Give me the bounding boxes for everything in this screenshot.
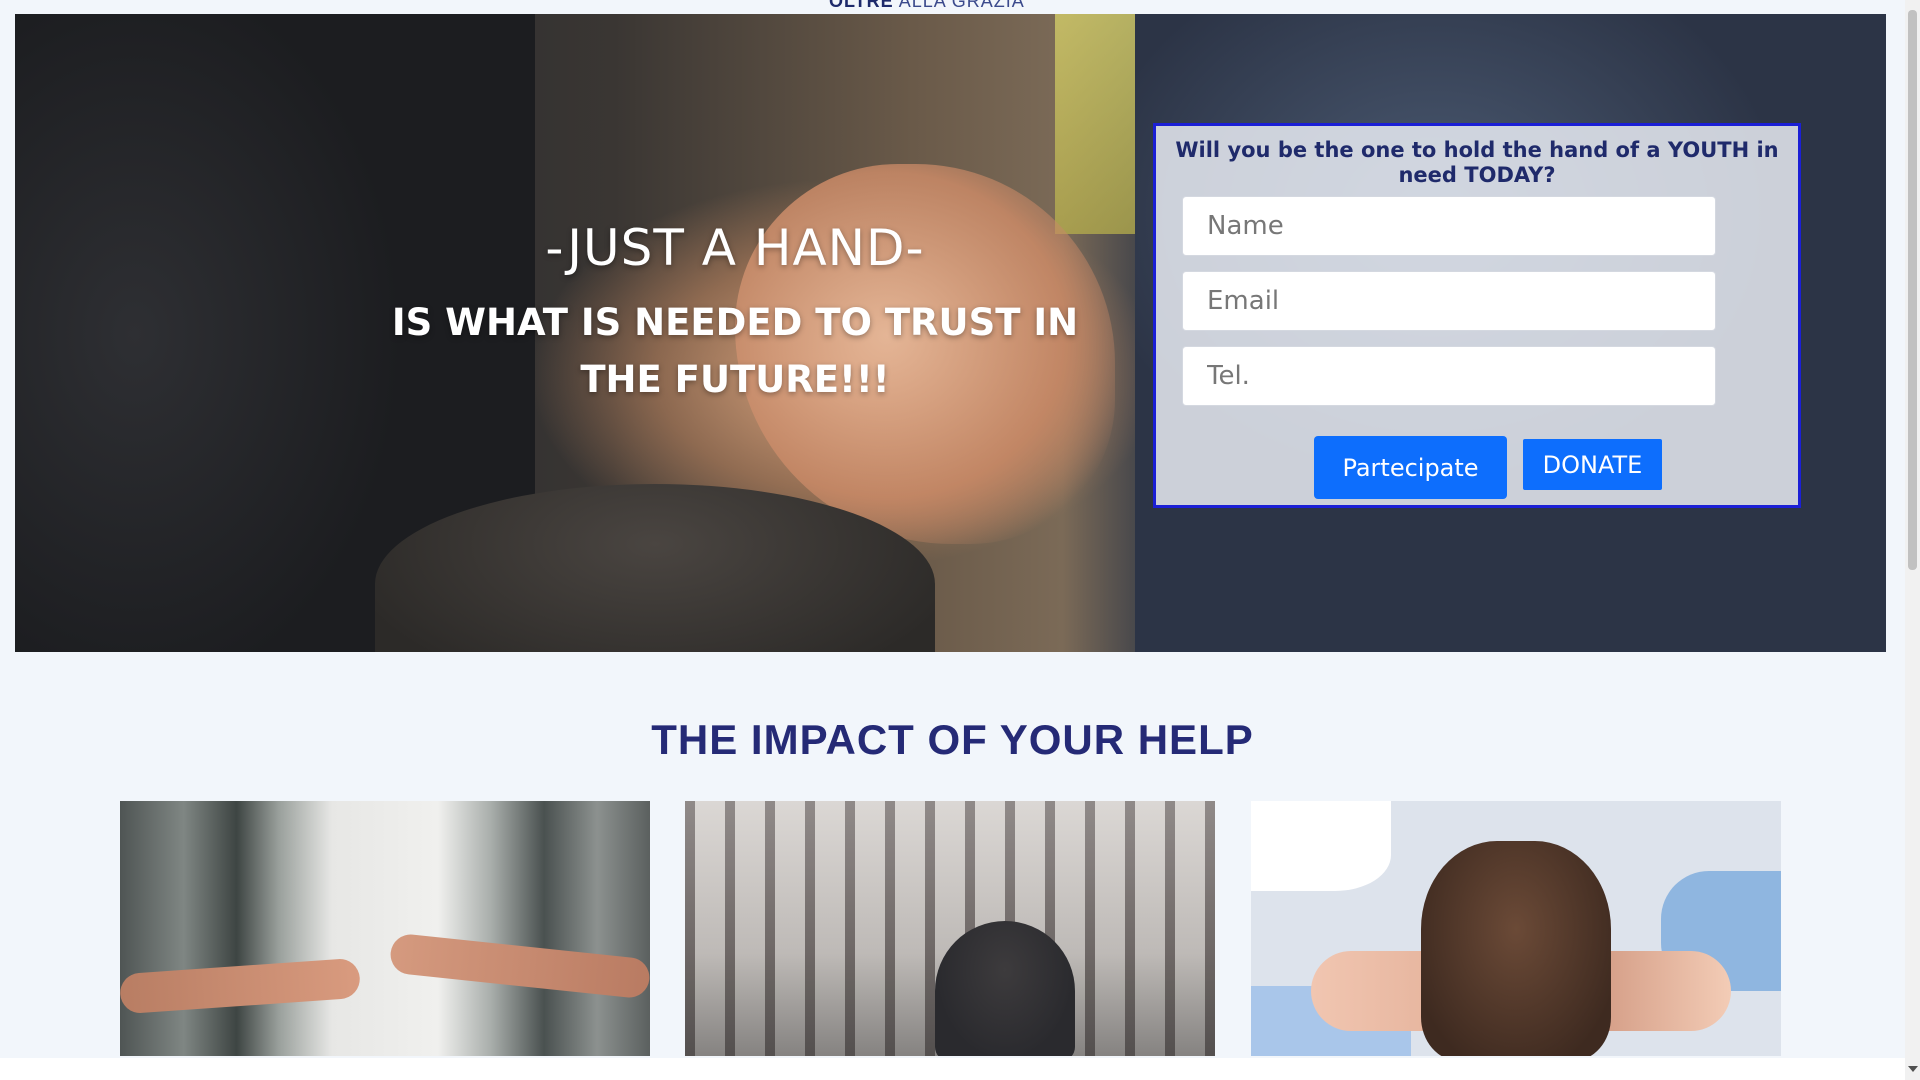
sitting-person: [935, 921, 1075, 1056]
logo-light-text: ALLA GRAZIA: [898, 0, 1025, 11]
impact-section-title: THE IMPACT OF YOUR HELP: [651, 716, 1254, 763]
reaching-arm-right: [388, 932, 650, 1000]
scroll-down-arrow-icon[interactable]: [1908, 1066, 1918, 1072]
vertical-scrollbar[interactable]: [1905, 0, 1920, 1080]
participation-form: Will you be the one to hold the hand of …: [1153, 123, 1801, 508]
impact-card-stacked-hands[interactable]: [1251, 801, 1781, 1056]
email-input[interactable]: [1182, 271, 1716, 331]
stacked-hand-dark: [1421, 841, 1611, 1056]
logo-bold-text: OLTRE: [829, 0, 894, 11]
hero-subtitle: IS WHAT IS NEEDED TO TRUST IN THE FUTURE…: [391, 301, 1079, 401]
top-navbar: OLTRE ALLA GRAZIA: [0, 0, 1905, 14]
impact-card-sad-youth[interactable]: [685, 801, 1215, 1056]
donate-button[interactable]: DONATE: [1523, 439, 1662, 490]
white-sleeve: [1251, 801, 1391, 891]
form-question: Will you be the one to hold the hand of …: [1175, 138, 1779, 187]
site-logo[interactable]: OLTRE ALLA GRAZIA: [829, 0, 1025, 12]
scrollbar-thumb[interactable]: [1908, 10, 1917, 570]
participate-button[interactable]: Partecipate: [1314, 436, 1507, 499]
page-bottom-edge: [0, 1058, 1905, 1080]
impact-card-reaching-hands[interactable]: [120, 801, 650, 1056]
tel-input[interactable]: [1182, 346, 1716, 406]
reaching-arm-left: [120, 957, 362, 1015]
name-input[interactable]: [1182, 196, 1716, 256]
hero-title: -JUST A HAND-: [545, 219, 925, 277]
hero-banner: -JUST A HAND- IS WHAT IS NEEDED TO TRUST…: [15, 14, 1886, 652]
